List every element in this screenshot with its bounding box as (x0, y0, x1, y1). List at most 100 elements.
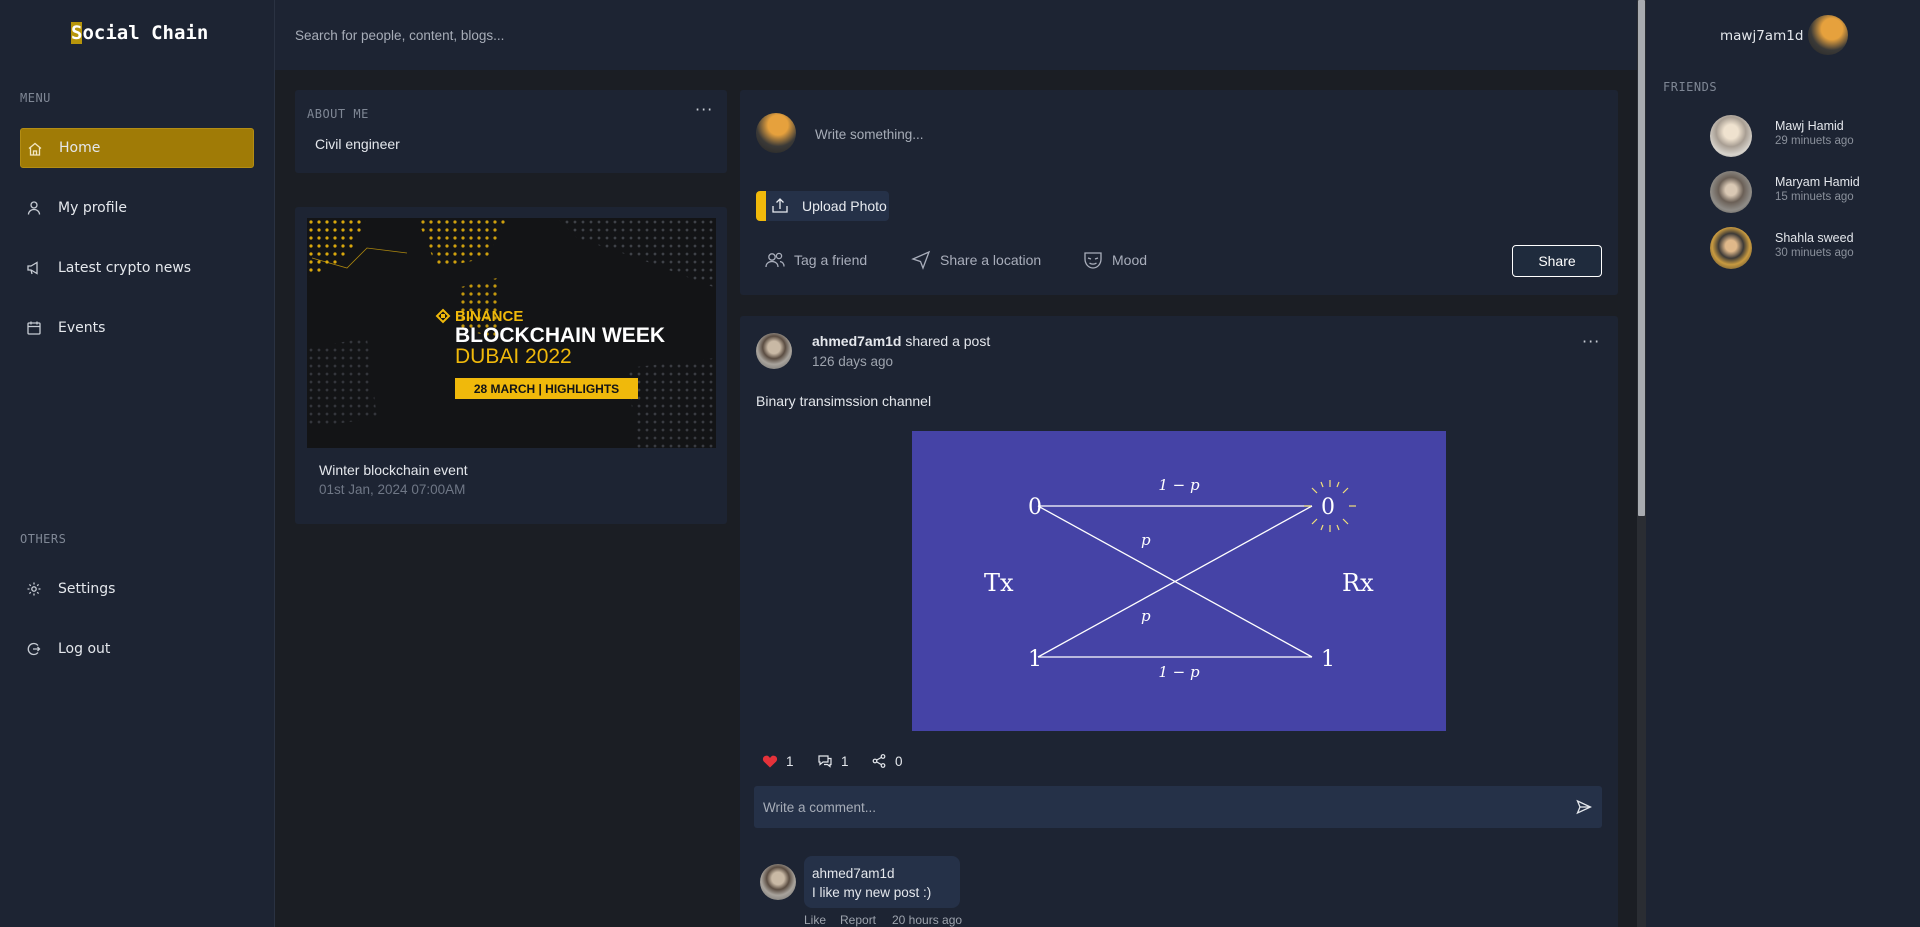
banner-line1: BLOCKCHAIN WEEK (455, 324, 665, 347)
megaphone-icon (27, 261, 38, 275)
mood-button[interactable]: Mood (1082, 250, 1147, 270)
location-arrow-icon (911, 250, 931, 270)
sidebar-item-label: My profile (58, 200, 128, 216)
send-icon[interactable] (1576, 799, 1592, 815)
banner-line2: DUBAI 2022 (455, 345, 572, 368)
binary-channel-diagram: 0 0 1 1 Tx Rx 1 − p 1 − p p p (912, 431, 1446, 731)
current-user-name[interactable]: mawj7am1d (1720, 28, 1803, 44)
gear-icon (27, 582, 41, 596)
about-menu-button[interactable]: ··· (695, 100, 713, 119)
share-icon (872, 754, 886, 768)
comment-count: 1 (841, 753, 849, 769)
share-post-button[interactable]: 0 (871, 751, 903, 771)
event-name: Winter blockchain event (319, 462, 468, 478)
like-count: 1 (786, 753, 794, 769)
comment-text: I like my new post :) (812, 885, 932, 900)
comment-box (754, 786, 1602, 828)
sidebar-item-label: Settings (58, 581, 116, 597)
user-icon (27, 201, 41, 215)
edge-top-label: 1 − p (1158, 476, 1200, 494)
friend-item[interactable]: Mawj Hamid 29 minuets ago (1710, 115, 1910, 157)
comment-button[interactable]: 1 (817, 751, 849, 771)
avatar (1710, 115, 1752, 157)
sidebar-item-logout[interactable]: Log out (20, 629, 254, 669)
post-author[interactable]: ahmed7am1d (812, 333, 901, 349)
cross-top-label: p (1141, 531, 1151, 549)
avatar (756, 113, 796, 153)
cross-bottom-label: p (1141, 607, 1151, 625)
comment-like-link[interactable]: Like (804, 913, 826, 927)
avatar[interactable] (1808, 15, 1848, 55)
about-me-card: ABOUT ME ··· Civil engineer (295, 90, 727, 173)
friends-section-label: FRIENDS (1663, 80, 1718, 94)
post-action: shared a post (905, 333, 991, 349)
upload-photo-button[interactable]: Upload Photo (756, 191, 889, 221)
calendar-icon (27, 321, 41, 335)
post-time: 126 days ago (812, 354, 894, 369)
friend-time: 15 minuets ago (1775, 191, 1854, 203)
search-input[interactable] (295, 22, 995, 48)
binance-banner-graphic: BINANCE BLOCKCHAIN WEEK DUBAI 2022 28 MA… (307, 218, 716, 448)
logout-icon (27, 642, 41, 656)
tag-friend-button[interactable]: Tag a friend (764, 250, 867, 270)
people-icon (765, 252, 785, 268)
others-section-label: OTHERS (20, 532, 67, 546)
menu-section-label: MENU (20, 91, 51, 105)
avatar[interactable] (756, 333, 792, 369)
sidebar-item-my-profile[interactable]: My profile (20, 188, 254, 228)
about-me-title: ABOUT ME (307, 107, 369, 121)
post-card: ahmed7am1d shared a post 126 days ago ··… (740, 316, 1618, 927)
write-something-input[interactable] (815, 123, 1415, 145)
sidebar-item-label: Events (58, 320, 106, 336)
banner-brand: BINANCE (455, 308, 523, 325)
sidebar-item-crypto-news[interactable]: Latest crypto news (20, 248, 254, 288)
app-logo[interactable]: Social Chain (71, 22, 208, 44)
mood-label: Mood (1112, 252, 1148, 268)
friend-item[interactable]: Shahla sweed 30 minuets ago (1710, 227, 1910, 269)
node-bottom-right: 1 (1321, 647, 1335, 672)
friend-name: Mawj Hamid (1775, 119, 1844, 133)
share-count: 0 (895, 753, 903, 769)
upload-icon (772, 198, 788, 213)
avatar (1710, 171, 1752, 213)
post-menu-button[interactable]: ··· (1582, 332, 1600, 351)
comment-report-link[interactable]: Report (840, 913, 876, 927)
comment-author[interactable]: ahmed7am1d (812, 866, 895, 881)
event-card[interactable]: BINANCE BLOCKCHAIN WEEK DUBAI 2022 28 MA… (295, 207, 727, 524)
tag-friend-label: Tag a friend (794, 252, 868, 268)
share-button[interactable]: Share (1512, 245, 1602, 277)
friend-item[interactable]: Maryam Hamid 15 minuets ago (1710, 171, 1910, 213)
friend-name: Maryam Hamid (1775, 175, 1860, 189)
post-image[interactable]: 0 0 1 1 Tx Rx 1 − p 1 − p p p (912, 431, 1446, 731)
left-sidebar: Social Chain MENU Home My profile Latest… (0, 0, 275, 927)
like-button[interactable]: 1 (762, 751, 794, 771)
post-composer: Upload Photo Tag a friend Share a locati… (740, 90, 1618, 295)
logo-rest: ocial Chain (82, 22, 209, 44)
sidebar-item-label: Latest crypto news (58, 260, 192, 276)
comments-icon (818, 755, 832, 768)
node-bottom-left: 1 (1028, 647, 1042, 672)
sidebar-item-home[interactable]: Home (20, 128, 254, 168)
share-location-button[interactable]: Share a location (910, 250, 1041, 270)
comment-input[interactable] (763, 796, 1523, 818)
friend-time: 30 minuets ago (1775, 247, 1854, 259)
scrollbar-thumb[interactable] (1638, 0, 1645, 516)
mask-icon (1084, 252, 1102, 269)
sidebar-item-events[interactable]: Events (20, 308, 254, 348)
top-search-bar (275, 0, 1637, 70)
event-banner-image: BINANCE BLOCKCHAIN WEEK DUBAI 2022 28 MA… (307, 218, 716, 448)
post-text: Binary transimssion channel (756, 393, 932, 409)
comment-time: 20 hours ago (892, 913, 963, 927)
tx-label: Tx (984, 569, 1014, 597)
home-icon (28, 142, 42, 156)
avatar[interactable] (760, 864, 796, 900)
banner-tag: 28 MARCH | HIGHLIGHTS (474, 382, 619, 396)
edge-bottom-label: 1 − p (1158, 663, 1200, 681)
share-location-label: Share a location (940, 252, 1042, 268)
node-top-right: 0 (1321, 495, 1335, 520)
rx-label: Rx (1342, 569, 1374, 597)
node-top-left: 0 (1028, 495, 1042, 520)
post-header: ahmed7am1d shared a post (812, 333, 990, 349)
about-me-value: Civil engineer (315, 136, 400, 152)
sidebar-item-settings[interactable]: Settings (20, 569, 254, 609)
